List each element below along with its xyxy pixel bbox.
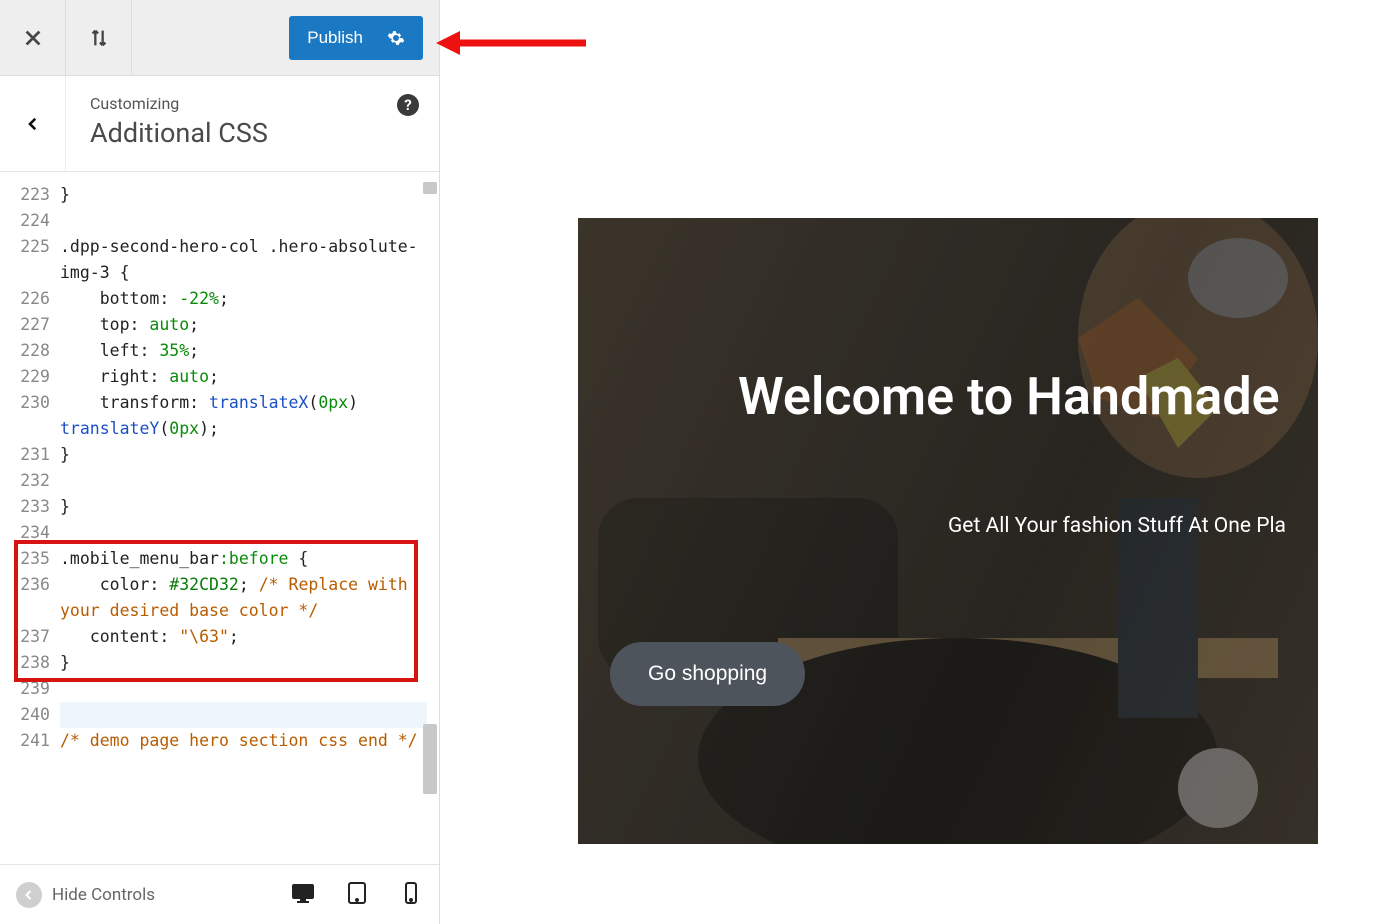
- line-number: 238: [0, 650, 50, 676]
- line-number: 226: [0, 286, 50, 312]
- sort-icon: [88, 27, 110, 49]
- code-line[interactable]: }: [60, 650, 427, 676]
- line-number: 234: [0, 520, 50, 546]
- hero-subtitle: Get All Your fashion Stuff At One Pla: [948, 514, 1318, 538]
- chevron-left-icon: [23, 889, 35, 901]
- line-number: 228: [0, 338, 50, 364]
- code-line[interactable]: }: [60, 182, 427, 208]
- line-number: 236: [0, 572, 50, 624]
- code-line[interactable]: }: [60, 494, 427, 520]
- code-line[interactable]: color: #32CD32; /* Replace with your des…: [60, 572, 427, 624]
- device-tablet-button[interactable]: [345, 881, 369, 909]
- line-number: 229: [0, 364, 50, 390]
- publish-label: Publish: [307, 28, 363, 48]
- code-line[interactable]: content: "\63";: [60, 624, 427, 650]
- line-number: 240: [0, 702, 50, 728]
- desktop-icon: [291, 881, 315, 905]
- hero-section: Welcome to Handmade Get All Your fashion…: [578, 218, 1318, 844]
- scrollbar-thumb[interactable]: [423, 182, 437, 194]
- line-number: 232: [0, 468, 50, 494]
- code-line[interactable]: [60, 702, 427, 728]
- close-button[interactable]: [0, 0, 66, 76]
- line-number: 235: [0, 546, 50, 572]
- chevron-left-icon: [24, 115, 42, 133]
- help-button[interactable]: ?: [397, 94, 419, 116]
- hide-controls-button[interactable]: Hide Controls: [16, 882, 155, 908]
- code-line[interactable]: [60, 208, 427, 234]
- reorder-button[interactable]: [66, 0, 132, 76]
- line-number: 227: [0, 312, 50, 338]
- hero-title: Welcome to Handmade: [738, 366, 1318, 427]
- back-button[interactable]: [0, 76, 66, 171]
- code-line[interactable]: right: auto;: [60, 364, 427, 390]
- customizer-footer: Hide Controls: [0, 864, 439, 924]
- line-number: 230: [0, 390, 50, 442]
- line-number: 231: [0, 442, 50, 468]
- hide-controls-label: Hide Controls: [52, 885, 155, 905]
- gear-icon: [387, 29, 405, 47]
- css-editor[interactable]: 2232242252262272282292302312322332342352…: [0, 172, 439, 864]
- close-icon: [22, 27, 44, 49]
- panel-title: Additional CSS: [90, 117, 419, 149]
- panel-header: Customizing Additional CSS ?: [0, 76, 439, 172]
- code-line[interactable]: [60, 520, 427, 546]
- scrollbar-thumb[interactable]: [423, 724, 437, 794]
- customizer-sidebar: Publish Customizing Additional CSS ? 223…: [0, 0, 440, 924]
- line-number: 241: [0, 728, 50, 754]
- code-line[interactable]: bottom: -22%;: [60, 286, 427, 312]
- code-line[interactable]: .dpp-second-hero-col .hero-absolute-img-…: [60, 234, 427, 286]
- panel-eyebrow: Customizing: [90, 94, 419, 113]
- line-number: 224: [0, 208, 50, 234]
- line-number: 237: [0, 624, 50, 650]
- device-desktop-button[interactable]: [291, 881, 315, 909]
- code-line[interactable]: left: 35%;: [60, 338, 427, 364]
- code-line[interactable]: }: [60, 442, 427, 468]
- code-line[interactable]: [60, 468, 427, 494]
- code-line[interactable]: top: auto;: [60, 312, 427, 338]
- code-line[interactable]: [60, 676, 427, 702]
- device-mobile-button[interactable]: [399, 881, 423, 909]
- mobile-icon: [399, 881, 423, 905]
- site-preview: Welcome to Handmade Get All Your fashion…: [440, 0, 1375, 924]
- top-toolbar: Publish: [0, 0, 439, 76]
- publish-button[interactable]: Publish: [289, 16, 423, 60]
- code-line[interactable]: .mobile_menu_bar:before {: [60, 546, 427, 572]
- line-number: 233: [0, 494, 50, 520]
- line-number: 239: [0, 676, 50, 702]
- line-number: 223: [0, 182, 50, 208]
- line-number: 225: [0, 234, 50, 286]
- code-line[interactable]: /* demo page hero section css end */: [60, 728, 427, 754]
- tablet-icon: [345, 881, 369, 905]
- hero-cta-button[interactable]: Go shopping: [610, 642, 805, 706]
- code-line[interactable]: transform: translateX(0px) translateY(0p…: [60, 390, 427, 442]
